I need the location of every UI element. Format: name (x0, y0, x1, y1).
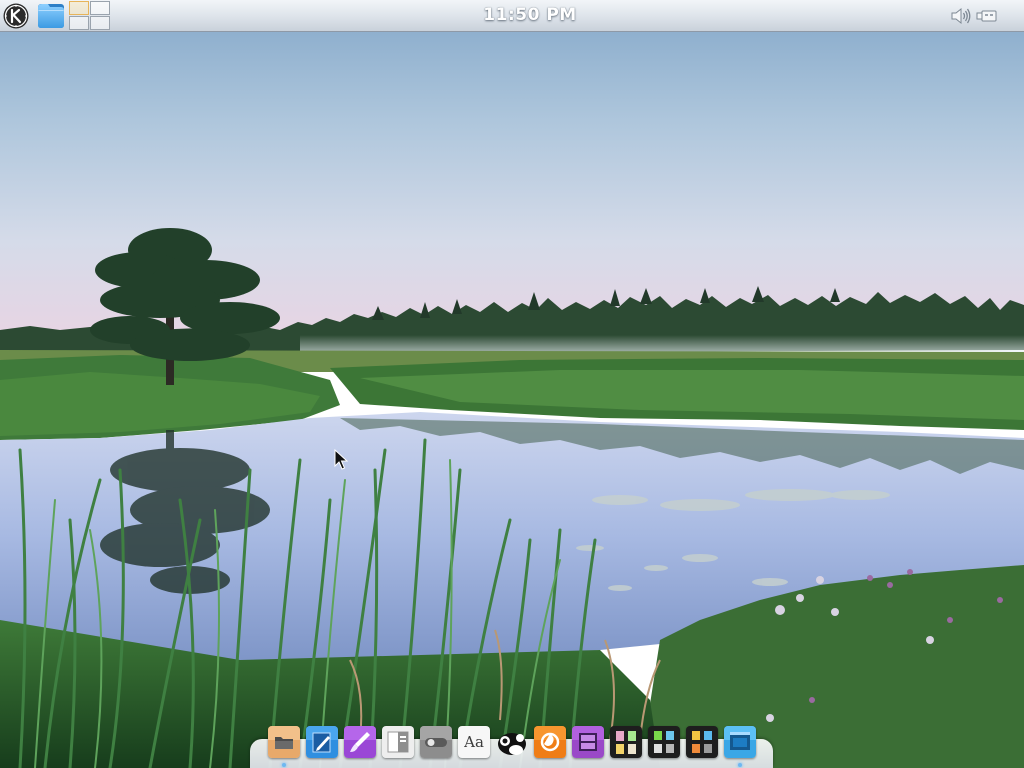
mouse-cursor-icon (334, 449, 348, 470)
system-grid-icon[interactable] (648, 726, 680, 758)
running-indicator (282, 763, 286, 767)
pager-desktop-4[interactable] (90, 16, 110, 30)
dock: Aa (266, 724, 756, 768)
media-player-icon[interactable] (572, 726, 604, 758)
folder-icon[interactable] (37, 2, 65, 29)
font-viewer-icon[interactable]: Aa (458, 726, 490, 758)
archive-mascot-icon[interactable] (496, 726, 528, 758)
paint-brush-icon[interactable] (344, 726, 376, 758)
desktop[interactable]: 11:50 PM Aa (0, 0, 1024, 768)
desktop-pager[interactable] (68, 0, 112, 31)
top-panel: 11:50 PM (0, 0, 1024, 32)
file-manager-icon[interactable] (268, 726, 300, 758)
office-apps-grid-icon[interactable] (610, 726, 642, 758)
text-editor-icon[interactable] (306, 726, 338, 758)
kde-logo-icon[interactable] (3, 3, 29, 29)
pager-desktop-1[interactable] (69, 1, 89, 15)
volume-icon[interactable] (950, 7, 972, 25)
font-viewer-label: Aa (464, 733, 484, 751)
panel-clock[interactable]: 11:50 PM (430, 5, 630, 25)
running-indicator (738, 763, 742, 767)
tools-grid-icon[interactable] (686, 726, 718, 758)
toggle-settings-icon[interactable] (420, 726, 452, 758)
landscape-wallpaper (0, 0, 1024, 768)
window-switcher-icon[interactable] (724, 726, 756, 758)
pager-desktop-3[interactable] (69, 16, 89, 30)
firefox-icon[interactable] (534, 726, 566, 758)
pager-desktop-2[interactable] (90, 1, 110, 15)
usb-icon[interactable] (976, 7, 998, 25)
document-viewer-icon[interactable] (382, 726, 414, 758)
system-tray (950, 7, 1000, 25)
